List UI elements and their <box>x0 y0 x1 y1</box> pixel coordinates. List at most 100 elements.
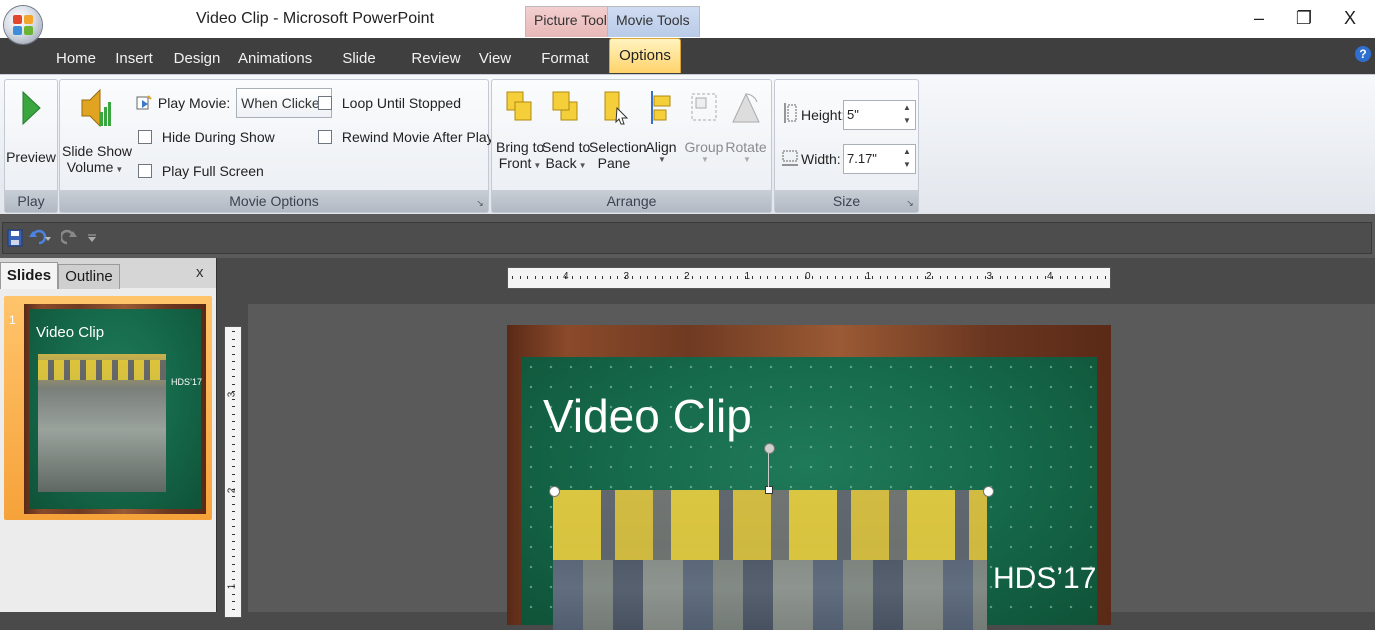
quick-access-toolbar <box>2 222 1372 254</box>
tab-animations[interactable]: Animations <box>238 46 312 72</box>
redo-icon[interactable] <box>61 229 77 247</box>
tab-slide-show[interactable]: Slide Show <box>324 46 394 93</box>
slide-show-volume-button[interactable]: Slide Show Volume ▼ <box>62 86 132 175</box>
tab-view[interactable]: View <box>476 46 514 72</box>
bring-to-front-button[interactable]: Bring to Front ▼ <box>496 88 544 171</box>
play-full-screen-row[interactable]: Play Full Screen <box>138 162 264 179</box>
height-spinner[interactable]: 5" ▲ ▼ <box>843 100 916 130</box>
play-movie-row: Play Movie: When Clicked ▼ <box>136 88 333 118</box>
thumbnail-video-frame <box>38 354 166 492</box>
chevron-down-icon: ▼ <box>533 161 542 170</box>
spin-up-icon[interactable]: ▲ <box>901 102 913 114</box>
ruler-number: 4 <box>563 271 569 282</box>
close-button[interactable]: X <box>1336 6 1364 32</box>
customize-qat-icon[interactable] <box>87 233 97 243</box>
ruler-tick <box>232 353 235 355</box>
width-icon <box>782 150 798 166</box>
loop-until-stopped-checkbox[interactable] <box>318 96 332 111</box>
ruler-number: 1 <box>226 583 238 590</box>
ruler-tick <box>669 276 671 279</box>
save-icon[interactable] <box>7 229 23 247</box>
tab-design[interactable]: Design <box>172 46 222 72</box>
ruler-tick <box>752 276 753 279</box>
slide-caption[interactable]: HDS’17 <box>993 562 1096 596</box>
ruler-tick <box>767 276 768 279</box>
ruler-tick <box>797 276 798 279</box>
hide-during-show-row[interactable]: Hide During Show <box>138 128 275 145</box>
ruler-number: 2 <box>226 487 238 494</box>
ruler-tick <box>557 276 558 279</box>
resize-handle[interactable] <box>549 486 560 497</box>
ruler-tick <box>969 276 971 279</box>
undo-icon[interactable] <box>29 229 51 247</box>
slide: Video Clip HDS’17 <box>507 325 1111 630</box>
ruler-number: 2 <box>926 271 932 282</box>
ruler-tick <box>812 276 813 279</box>
spin-up-icon[interactable]: ▲ <box>901 146 913 158</box>
ruler-tick <box>232 563 235 565</box>
ruler-tick <box>714 276 716 279</box>
ruler-tick <box>1082 276 1083 279</box>
minimize-button[interactable]: – <box>1245 6 1273 32</box>
ruler-tick <box>1067 276 1068 279</box>
send-to-back-label-2: Back <box>545 155 577 171</box>
ruler-tick <box>232 443 235 445</box>
tab-options[interactable]: Options <box>609 38 681 73</box>
slide-title[interactable]: Video Clip <box>543 389 752 443</box>
movie-object[interactable] <box>553 490 987 630</box>
ruler-tick <box>232 428 235 430</box>
movie-tools-context: Movie Tools <box>607 6 700 37</box>
ruler-number: 3 <box>226 391 238 398</box>
align-button[interactable]: Align ▼ <box>641 88 681 164</box>
resize-handle[interactable] <box>983 486 994 497</box>
ruler-tick <box>232 451 235 452</box>
tab-outline[interactable]: Outline <box>58 264 120 289</box>
ruler-number: 2 <box>684 271 690 282</box>
ruler-tick <box>707 276 708 279</box>
rotate-handle-icon[interactable] <box>764 443 775 454</box>
ruler-tick <box>737 276 738 279</box>
ruler-tick <box>932 276 933 279</box>
tab-home[interactable]: Home <box>55 46 97 72</box>
selection-pane-button[interactable]: Selection Pane <box>589 88 647 171</box>
height-label: Height: <box>801 107 846 123</box>
restore-button[interactable]: ❐ <box>1290 6 1318 32</box>
ruler-tick <box>549 276 551 279</box>
play-movie-value: When Clicked <box>241 95 328 111</box>
height-value: 5" <box>847 107 859 122</box>
preview-button[interactable]: Preview <box>5 90 57 165</box>
slide-board: Video Clip HDS’17 <box>521 357 1097 630</box>
width-label: Width: <box>801 151 841 167</box>
loop-until-stopped-row[interactable]: Loop Until Stopped <box>318 94 461 111</box>
dialog-launcher-icon[interactable]: ↘ <box>905 198 915 208</box>
dialog-launcher-icon[interactable]: ↘ <box>475 198 485 208</box>
group-title-size: Size <box>775 190 918 212</box>
ruler-tick <box>232 473 235 475</box>
tab-slides[interactable]: Slides <box>0 262 58 289</box>
spin-down-icon[interactable]: ▼ <box>901 115 913 127</box>
group-button[interactable]: Group ▼ <box>683 88 725 164</box>
ruler-tick <box>782 276 783 279</box>
ruler-tick <box>232 338 235 340</box>
tab-review[interactable]: Review <box>410 46 462 72</box>
ruler-tick <box>654 276 656 279</box>
panel-close-button[interactable]: x <box>196 264 212 284</box>
slide-thumbnail[interactable]: Video Clip HDS’17 <box>24 304 206 514</box>
group-icon <box>691 93 717 121</box>
rewind-after-playing-row[interactable]: Rewind Movie After Playing <box>318 128 512 145</box>
tab-format[interactable]: Format <box>538 46 592 72</box>
resize-handle[interactable] <box>765 486 773 494</box>
rewind-after-playing-checkbox[interactable] <box>318 130 332 145</box>
width-spinner[interactable]: 7.17" ▲ ▼ <box>843 144 916 174</box>
tab-insert[interactable]: Insert <box>113 46 155 72</box>
play-full-screen-checkbox[interactable] <box>138 164 152 179</box>
office-button[interactable] <box>4 6 42 44</box>
rotate-button[interactable]: Rotate ▼ <box>725 88 767 164</box>
group-size: Height: 5" ▲ ▼ Width: 7.17" ▲ ▼ Size ↘ <box>774 79 919 213</box>
hide-during-show-checkbox[interactable] <box>138 130 152 145</box>
send-to-back-button[interactable]: Send to Back ▼ <box>542 88 590 171</box>
ruler-tick <box>232 361 235 362</box>
spin-down-icon[interactable]: ▼ <box>901 159 913 171</box>
help-icon[interactable]: ? <box>1355 46 1371 62</box>
speaker-volume-icon <box>81 88 111 128</box>
